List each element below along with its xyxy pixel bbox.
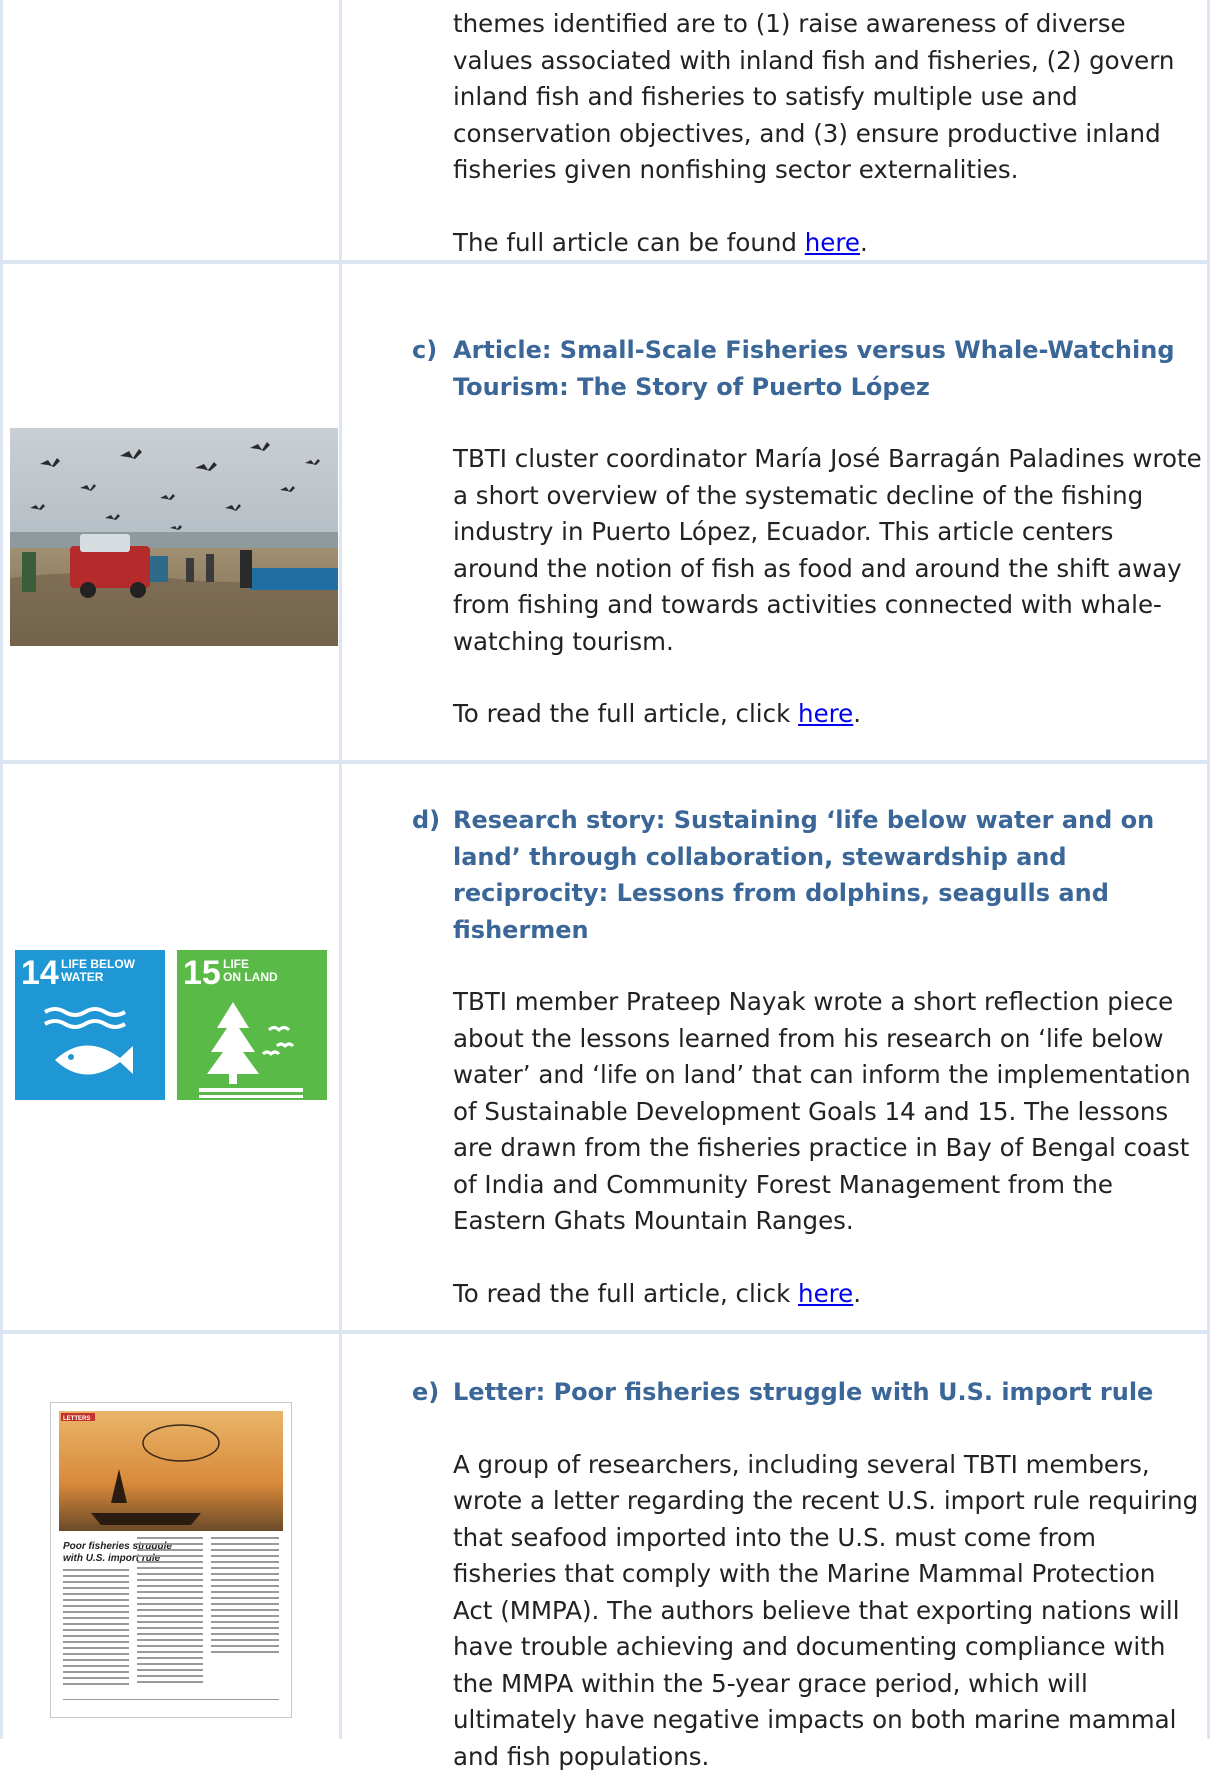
full-article-link[interactable]: here [798, 699, 853, 728]
sdg-14-image: 14 LIFE BELOW WATER [15, 950, 165, 1100]
sdg-15-label-line1: LIFE [223, 957, 249, 971]
link-prefix: To read the full article, click [453, 1279, 798, 1308]
section-d-cell: d) Research story: Sustaining ‘life below… [412, 802, 1202, 1312]
sdg-14-label-line1: LIFE BELOW [61, 957, 136, 971]
section-e-heading: e) Letter: Poor fisheries struggle with U… [412, 1374, 1202, 1411]
sdg-14-tile: 14 LIFE BELOW WATER [15, 950, 165, 1100]
section-e-cell: e) Letter: Poor fisheries struggle with U… [412, 1374, 1202, 1775]
section-e-title: Letter: Poor fisheries struggle with U.S… [453, 1378, 1153, 1406]
list-marker: d) [412, 802, 440, 839]
section-d-link-line: To read the full article, click here. [412, 1276, 1202, 1313]
section-b-cell: themes identified are to (1) raise aware… [412, 6, 1202, 261]
section-c-title: Article: Small-Scale Fisheries versus Wh… [453, 336, 1175, 401]
sdg-14-number: 14 [21, 954, 59, 992]
section-c-body: TBTI cluster coordinator María José Barr… [412, 441, 1202, 660]
puerto-lopez-photo [10, 428, 338, 646]
full-article-link[interactable]: here [798, 1279, 853, 1308]
section-b-continuation: themes identified are to (1) raise aware… [412, 6, 1202, 189]
science-letter-thumbnail: LETTERS Poor fisheries struggle with U.S… [50, 1402, 292, 1718]
sdg-15-image: 15 LIFE ON LAND [177, 950, 327, 1100]
section-d-body: TBTI member Prateep Nayak wrote a short … [412, 984, 1202, 1240]
sdg-15-tile: 15 LIFE ON LAND [177, 950, 327, 1100]
list-marker: e) [412, 1374, 439, 1411]
section-b-link-line: The full article can be found here. [412, 225, 1202, 262]
link-suffix: . [853, 1279, 861, 1308]
sdg-15-label-line2: ON LAND [223, 970, 278, 984]
list-marker: c) [412, 332, 437, 369]
link-suffix: . [860, 228, 868, 257]
sdg-14-label-line2: WATER [61, 970, 104, 984]
link-prefix: The full article can be found [453, 228, 805, 257]
link-suffix: . [853, 699, 861, 728]
section-d-title: Research story: Sustaining ‘life below w… [453, 806, 1154, 944]
letter-page-image: LETTERS Poor fisheries struggle with U.S… [51, 1403, 291, 1717]
sdg-15-number: 15 [183, 954, 221, 992]
section-e-body: A group of researchers, including severa… [412, 1447, 1202, 1775]
section-d-heading: d) Research story: Sustaining ‘life below… [412, 802, 1202, 948]
full-article-link[interactable]: here [805, 228, 860, 257]
row-divider [0, 1330, 1210, 1334]
section-c-cell: c) Article: Small-Scale Fisheries versus … [412, 332, 1202, 733]
letter-tag: LETTERS [63, 1416, 90, 1422]
section-c-heading: c) Article: Small-Scale Fisheries versus … [412, 332, 1202, 405]
newsletter-page: themes identified are to (1) raise aware… [0, 0, 1210, 1739]
link-prefix: To read the full article, click [453, 699, 798, 728]
beach-photo-image [10, 428, 338, 646]
row-divider [0, 760, 1210, 764]
section-c-link-line: To read the full article, click here. [412, 696, 1202, 733]
